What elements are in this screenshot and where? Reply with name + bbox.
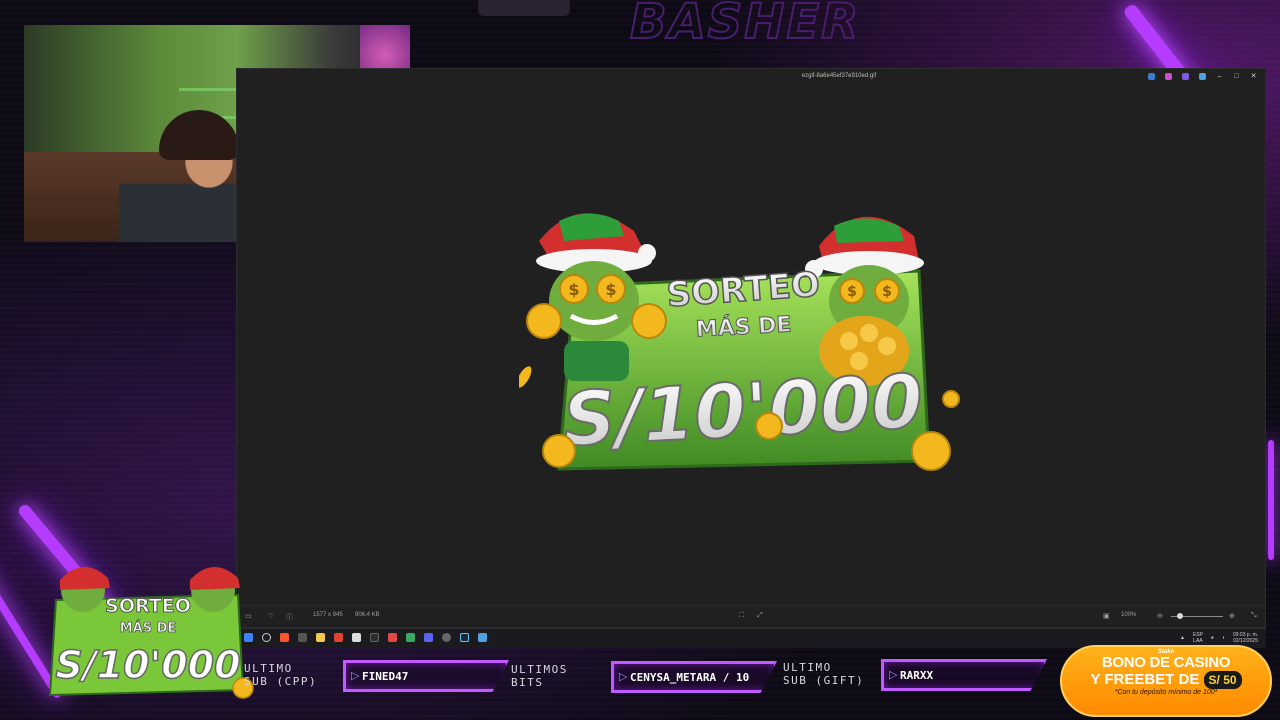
top-tab-decoration [478, 0, 570, 16]
mic-icon[interactable]: ● [1211, 635, 1214, 641]
stream-canvas: BASHER ezgif-8a6e45ef37e910ed.gif – □ ✕ [0, 0, 1280, 720]
heart-icon[interactable]: ♡ [268, 612, 274, 620]
promo-amount: S/ 50 [1203, 671, 1242, 689]
file-size: 906.4 KB [355, 612, 380, 618]
media-icon[interactable] [406, 633, 415, 642]
raffle-subtitle: MÁS DE [695, 312, 792, 343]
promo-line1: BONO DE CASINO [1101, 654, 1231, 671]
viewer-titlebar: ezgif-8a6e45ef37e910ed.gif – □ ✕ [411, 69, 1267, 87]
zoom-slider-thumb[interactable] [1177, 613, 1183, 619]
gold-coin [755, 412, 783, 440]
svg-text:$: $ [847, 284, 857, 300]
photo-viewer-window: ezgif-8a6e45ef37e910ed.gif – □ ✕ $ $ $ $… [236, 68, 1266, 628]
svg-text:$: $ [605, 280, 616, 299]
draw-icon[interactable] [1165, 73, 1172, 80]
chevron-up-icon[interactable]: ▲ [1180, 635, 1185, 641]
gold-coin [519, 366, 532, 388]
raffle-image: $ $ $ $ SORTEO MÁS DE S/10'000 [519, 213, 960, 471]
svg-text:$: $ [882, 284, 892, 300]
photos-icon[interactable] [478, 633, 487, 642]
titlebar-controls: – □ ✕ [1148, 73, 1257, 80]
terminal-icon[interactable] [370, 633, 379, 642]
search-icon[interactable] [262, 633, 271, 642]
fullscreen-icon[interactable]: ⤢ [757, 612, 763, 620]
gold-coin [942, 390, 960, 408]
svg-text:$: $ [568, 280, 579, 299]
edit-icon[interactable] [1148, 73, 1155, 80]
gold-coin [542, 434, 576, 468]
chevron-right-icon: ▷ [889, 669, 898, 681]
promo-note: *Con tu depósito mínimo de 100* [1114, 689, 1218, 696]
discord-icon[interactable] [424, 633, 433, 642]
last-sub-cpp-label: ULTIMO SUB (CPP) [244, 662, 318, 688]
language-indicator[interactable]: ESP LAA [1193, 632, 1203, 644]
record-icon[interactable] [442, 633, 451, 642]
casino-promo-banner: Stake BONO DE CASINO Y FREEBET DE S/ 50 … [1060, 645, 1272, 717]
channel-watermark: BASHER [629, 0, 861, 51]
last-bits-label: ULTIMOS BITS [511, 663, 568, 689]
volume-icon[interactable]: ◖ [1222, 635, 1225, 641]
last-sub-cpp-name: FINED47 [362, 670, 409, 683]
gold-coin [911, 431, 951, 471]
info-icon[interactable]: ⓘ [286, 612, 293, 622]
viewer-bottombar: ▭ ♡ ⓘ 1577 x 945 906.4 KB ⛶ ⤢ ▣ 100% ⊖ ⊕… [237, 605, 1265, 627]
last-sub-gift-name: RARXX [900, 669, 934, 682]
obs-icon[interactable] [388, 633, 397, 642]
last-sub-gift-label: ULTIMO SUB (GIFT) [783, 661, 865, 687]
maximize-icon[interactable]: □ [1233, 73, 1240, 80]
actual-size-icon[interactable]: ▣ [1103, 612, 1110, 620]
last-sub-cpp-box: ▷ FINED47 [343, 660, 509, 692]
chevron-right-icon: ▷ [619, 671, 628, 683]
last-bits-name: CENYSA_METARA / 10 [630, 671, 750, 684]
chevron-right-icon: ▷ [351, 670, 360, 682]
zoom-in-icon[interactable]: ⊕ [1229, 612, 1235, 620]
game-icon[interactable] [298, 633, 307, 642]
image-dimensions: 1577 x 945 [313, 612, 343, 618]
expand-icon[interactable]: ⤡ [1251, 612, 1257, 620]
zoom-level[interactable]: 100% [1121, 612, 1136, 618]
clock[interactable]: 09:03 p. m. 02/12/2025 [1233, 632, 1258, 644]
chrome-icon[interactable] [334, 633, 343, 642]
app-icon[interactable] [352, 633, 361, 642]
overlay-title: SORTEO [105, 595, 191, 617]
close-icon[interactable]: ✕ [1250, 73, 1257, 80]
overlay-amount: S/10'000 [55, 643, 240, 687]
brave-icon[interactable] [280, 633, 289, 642]
last-sub-gift-box: ▷ RARXX [881, 659, 1047, 691]
minimize-icon[interactable]: – [1216, 73, 1223, 80]
last-bits-box: ▷ CENYSA_METARA / 10 [611, 661, 777, 693]
overlay-raffle-logo: SORTEO MÁS DE S/10'000 [48, 566, 254, 699]
effects-icon[interactable] [1182, 73, 1189, 80]
steam-icon[interactable] [460, 633, 469, 642]
file-explorer-icon[interactable] [316, 633, 325, 642]
zoom-out-icon[interactable]: ⊖ [1157, 612, 1163, 620]
fit-icon[interactable]: ⛶ [739, 612, 744, 620]
overlay-subtitle: MÁS DE [120, 620, 177, 636]
window-title: ezgif-8a6e45ef37e910ed.gif [801, 73, 877, 79]
share-icon[interactable] [1199, 73, 1206, 80]
neon-stripe-right [1268, 440, 1274, 560]
system-tray: ▲ ESP LAA ● ◖ 09:03 p. m. 02/12/2025 [1180, 632, 1258, 644]
promo-line2: Y FREEBET DE S/ 50 [1062, 671, 1270, 689]
